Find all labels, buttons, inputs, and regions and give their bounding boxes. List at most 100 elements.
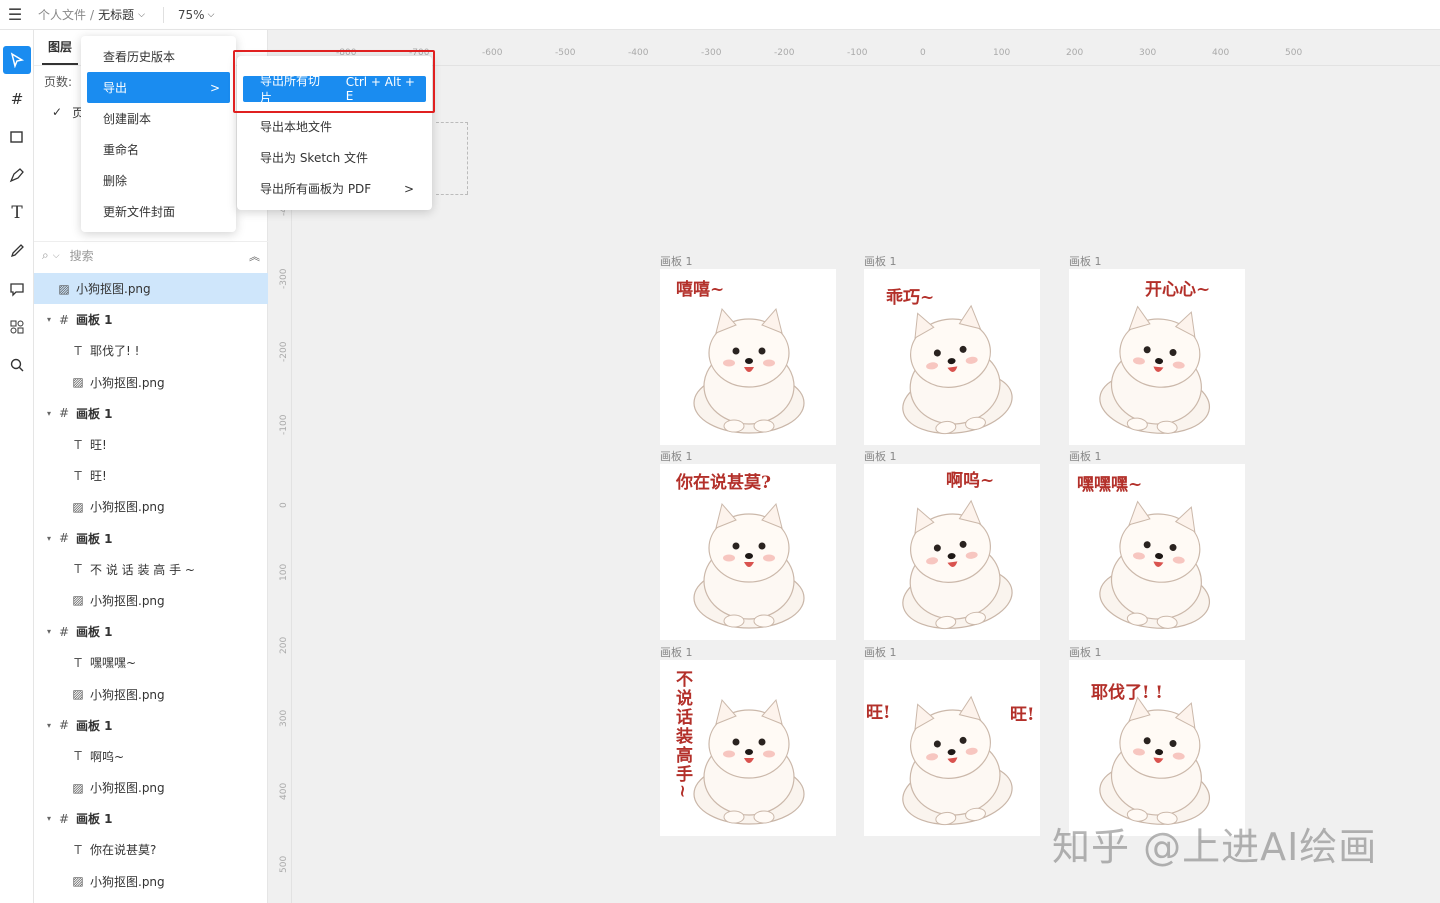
layer-text[interactable]: T 旺! [34,460,268,491]
menu-icon[interactable]: ☰ [0,0,30,30]
frame-icon: # [58,811,70,826]
layer-image[interactable]: ▨ 小狗抠图.png [34,491,268,522]
layer-search[interactable]: ⌕ ⌵ 搜索 ︽ [34,241,268,269]
artboard-label[interactable]: 画板 1 [864,253,897,269]
highlight-box [233,50,435,113]
artboard-label[interactable]: 画板 1 [660,644,693,660]
chevron-down-icon[interactable]: ▾ [42,409,56,418]
layer-image[interactable]: ▨ 小狗抠图.png [34,367,268,398]
artboard[interactable]: 乖巧~ [864,269,1040,445]
menu-item-history[interactable]: 查看历史版本 [81,41,236,72]
file-title[interactable]: 无标题 [98,6,134,23]
chevron-down-icon[interactable]: ▾ [42,814,56,823]
layer-image[interactable]: ▨ 小狗抠图.png [34,273,268,305]
export-local-file[interactable]: 导出本地文件 [237,111,432,142]
layer-frame[interactable]: ▾ # 画板 1 [34,710,268,741]
artboard-label[interactable]: 画板 1 [864,448,897,464]
watermark: 知乎 @上进AI绘画 [1052,825,1378,869]
layer-text[interactable]: T 旺! [34,429,268,460]
collapse-icon[interactable]: ︽ [249,248,260,264]
artboard[interactable]: 你在说甚莫? [660,464,836,640]
chevron-right-icon: > [403,181,414,196]
breadcrumb-separator: / [90,7,95,22]
zoom-control[interactable]: 75% ⌵ [178,8,215,22]
menu-item-delete[interactable]: 删除 [81,165,236,196]
artboard[interactable]: 嘿嘿嘿~ [1069,464,1245,640]
sticker-caption: 嘿嘿嘿~ [1077,475,1143,495]
ruler-tick: 200 [1066,48,1084,58]
ruler-tick: -200 [774,48,795,58]
chevron-down-icon: ⌵ [207,9,215,20]
layer-label: 小狗抠图.png [90,781,165,796]
menu-item-duplicate[interactable]: 创建副本 [81,103,236,134]
layer-frame[interactable]: ▾ # 画板 1 [34,398,268,429]
artboard-label[interactable]: 画板 1 [660,448,693,464]
ruler-tick: -300 [701,48,722,58]
layer-frame[interactable]: ▾ # 画板 1 [34,803,268,834]
search-input[interactable]: 搜索 [70,247,94,264]
menu-item-update-cover[interactable]: 更新文件封面 [81,196,236,227]
layer-label: 小狗抠图.png [76,282,151,297]
export-sketch-file[interactable]: 导出为 Sketch 文件 [237,142,432,173]
chevron-down-icon[interactable]: ⌵ [53,251,60,261]
artboard-label[interactable]: 画板 1 [660,253,693,269]
layer-text[interactable]: T 嘿嘿嘿~ [34,647,268,678]
ruler-tick: 300 [279,709,289,727]
pen-icon[interactable] [0,156,34,194]
artboard[interactable]: 嘻嘻~ [660,269,836,445]
menu-item-export[interactable]: 导出 > [87,72,230,103]
menu-item-rename[interactable]: 重命名 [81,134,236,165]
layer-frame[interactable]: ▾ # 画板 1 [34,304,268,335]
artboard-label[interactable]: 画板 1 [1069,448,1102,464]
image-icon: ▨ [72,593,84,608]
text-icon: T [74,655,82,670]
artboard[interactable]: 开心心~ [1069,269,1245,445]
layer-label: 嘿嘿嘿~ [90,656,137,671]
dashed-frame-edge [466,122,468,194]
artboard[interactable]: 耶伐了! ! [1069,660,1245,836]
artboard[interactable]: 不说话装高手~ [660,660,836,836]
layer-text[interactable]: T 你在说甚莫? [34,834,268,865]
components-icon[interactable] [0,308,34,346]
artboard-label[interactable]: 画板 1 [1069,644,1102,660]
layer-frame[interactable]: ▾ # 画板 1 [34,523,268,554]
ruler-tick: 500 [279,855,289,873]
ruler-horizontal: -800 -700 -600 -500 -400 -300 -200 -100 0 100 200 3… [268,30,1440,66]
layer-frame[interactable]: ▾ # 画板 1 [34,616,268,647]
chevron-right-icon: > [209,80,220,95]
artboard[interactable]: 旺! 旺! [864,660,1040,836]
rectangle-icon[interactable] [0,118,34,156]
breadcrumb: 个人文件 / 无标题 ⌵ [38,6,145,23]
chevron-down-icon[interactable]: ▾ [42,315,56,324]
chevron-down-icon[interactable]: ▾ [42,627,56,636]
artboard[interactable]: 啊呜~ [864,464,1040,640]
search-icon[interactable] [0,346,34,384]
artboard-label[interactable]: 画板 1 [1069,253,1102,269]
pencil-icon[interactable] [0,232,34,270]
layer-text[interactable]: T 不 说 话 装 高 手 ~ [34,554,268,585]
chevron-down-icon[interactable]: ▾ [42,721,56,730]
text-icon: T [74,343,82,358]
tab-layers[interactable]: 图层 [42,38,79,65]
breadcrumb-parent[interactable]: 个人文件 [38,6,86,23]
artboard-label[interactable]: 画板 1 [864,644,897,660]
chevron-down-icon[interactable]: ⌵ [138,10,145,20]
frame-icon: # [58,531,70,546]
layer-image[interactable]: ▨ 小狗抠图.png [34,678,268,709]
chevron-down-icon[interactable]: ▾ [42,534,56,543]
comment-icon[interactable] [0,270,34,308]
canvas[interactable]: -800 -700 -600 -500 -400 -300 -200 -100 0 100 200 3… [268,30,1440,903]
image-icon: ▨ [72,499,84,514]
layer-text[interactable]: T 耶伐了! ! [34,335,268,366]
layer-text[interactable]: T 啊呜~ [34,741,268,772]
select-icon[interactable] [3,46,31,74]
sticker-caption: 嘻嘻~ [676,280,725,300]
export-pdf[interactable]: 导出所有画板为 PDF > [237,173,432,204]
frame-icon[interactable]: # [0,80,34,118]
layer-image[interactable]: ▨ 小狗抠图.png [34,772,268,803]
layer-image[interactable]: ▨ 小狗抠图.png [34,585,268,616]
text-icon[interactable]: T [0,194,34,232]
frame-icon: # [58,312,70,327]
ruler-tick: 400 [1212,48,1230,58]
layer-image[interactable]: ▨ 小狗抠图.png [34,866,268,897]
